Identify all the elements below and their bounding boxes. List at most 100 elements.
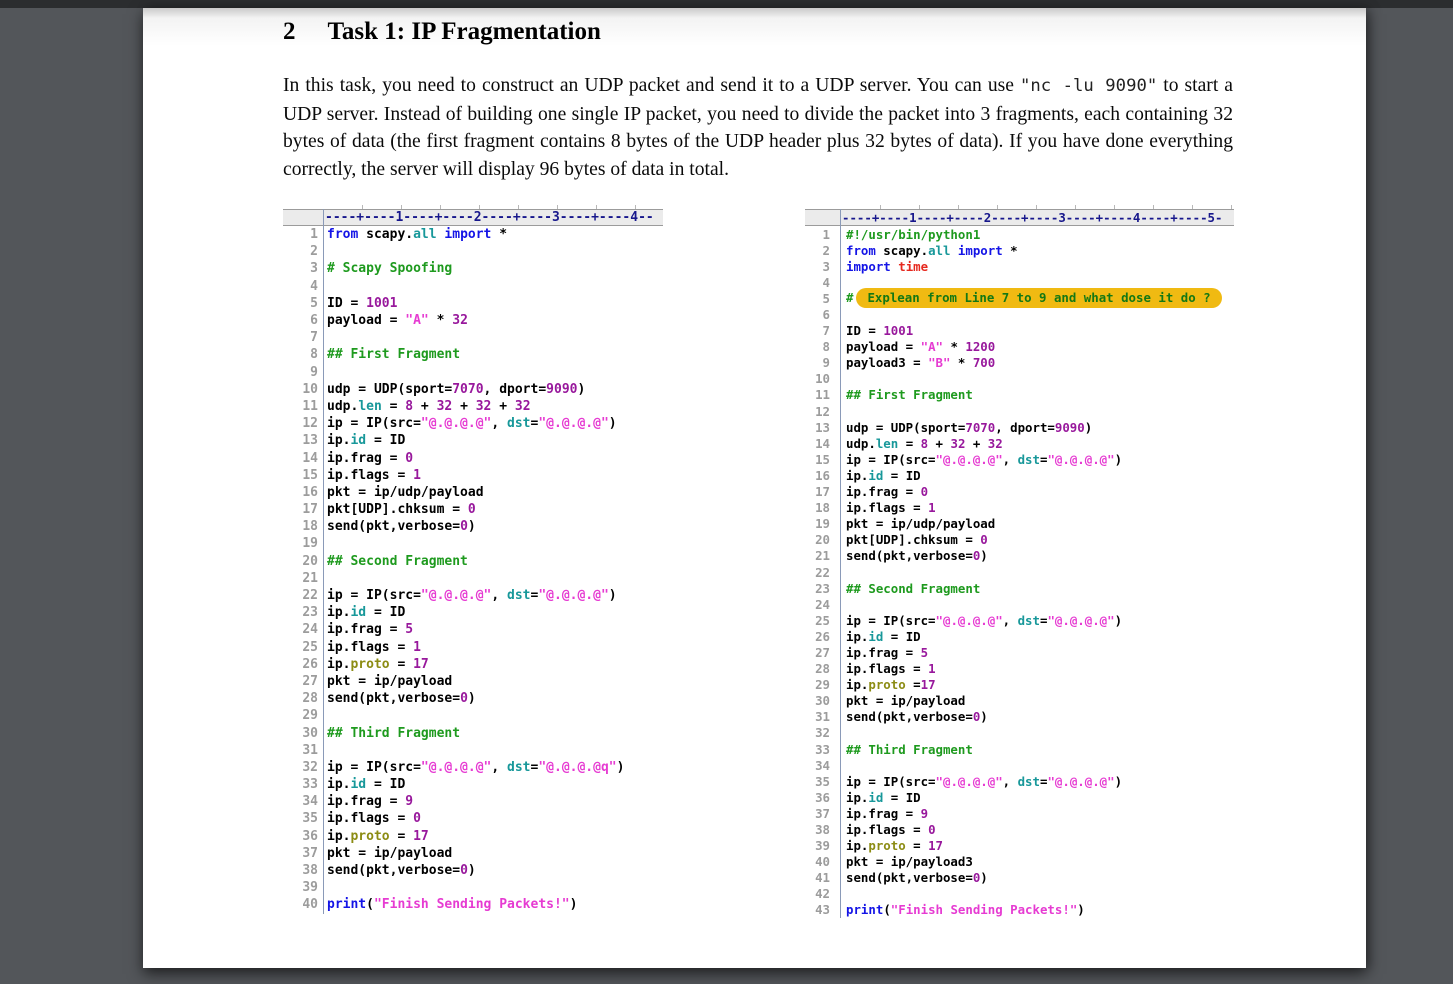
code-text: ip.flags = 1	[846, 661, 936, 677]
code-line: 5 # Explean from Line 7 to 9 and what dose…	[805, 288, 1234, 309]
pdf-page: 2 Task 1: IP Fragmentation In this task,…	[143, 8, 1366, 968]
line-number: 12	[302, 416, 318, 432]
code-text: send(pkt,verbose=0)	[327, 519, 476, 535]
code-text: send(pkt,verbose=0)	[327, 691, 476, 707]
line-number: 22	[815, 564, 830, 580]
code-line: 3 import time	[805, 258, 1234, 274]
code-line: 35 ip.flags = 0	[283, 810, 663, 827]
code-line: 15 ip.flags = 1	[283, 467, 663, 484]
code-line: 18 ip.flags = 1	[805, 500, 1234, 516]
code-line: 30 ## Third Fragment	[283, 724, 663, 741]
line-number: 6	[822, 307, 830, 323]
section-number: 2	[283, 18, 296, 45]
code-line: 33 ip.id = ID	[283, 776, 663, 793]
line-number: 36	[815, 789, 830, 805]
code-line: 19	[283, 535, 663, 552]
line-number: 16	[302, 484, 318, 500]
code-line: 18 send(pkt,verbose=0)	[283, 518, 663, 535]
code-text: ip.id = ID	[846, 789, 921, 805]
line-number: 25	[302, 639, 318, 655]
line-number: 8	[310, 347, 318, 363]
code-line: 36 ip.proto = 17	[283, 828, 663, 845]
code-text: print("Finish Sending Packets!")	[846, 902, 1085, 918]
code-line: 6 payload = "A" * 32	[283, 312, 663, 329]
code-text: ## Third Fragment	[846, 741, 973, 757]
line-number: 33	[815, 741, 830, 757]
code-line: 32	[805, 725, 1234, 741]
code-line: 28 ip.flags = 1	[805, 661, 1234, 677]
code-line: 8 payload = "A" * 1200	[805, 339, 1234, 355]
code-text: ip.frag = 5	[327, 622, 414, 638]
line-number: 9	[310, 364, 318, 380]
code-line: 32 ip = IP(src="@.@.@.@", dst="@.@.@.@q")	[283, 759, 663, 776]
code-text: ip = IP(src="@.@.@.@", dst="@.@.@.@")	[846, 773, 1123, 789]
code-line: 27 pkt = ip/payload	[283, 673, 663, 690]
code-line: 37 ip.frag = 9	[805, 805, 1234, 821]
code-text: #!/usr/bin/python1	[846, 226, 981, 242]
code-line: 26 ip.proto = 17	[283, 656, 663, 673]
code-text: ip.frag = 5	[846, 644, 929, 660]
code-text: from scapy.all import *	[327, 227, 508, 243]
line-number: 28	[302, 691, 318, 707]
code-text: udp = UDP(sport=7070, dport=9090)	[846, 419, 1093, 435]
code-text: ID = 1001	[327, 295, 398, 311]
line-number: 17	[302, 502, 318, 518]
line-number: 20	[302, 553, 318, 569]
line-number: 10	[302, 381, 318, 397]
code-line: 2	[283, 243, 663, 260]
line-number: 41	[815, 870, 830, 886]
code-line: 40 print("Finish Sending Packets!")	[283, 896, 663, 913]
code-text: ## First Fragment	[846, 387, 973, 403]
line-number: 39	[302, 880, 318, 896]
code-line: 34 ip.frag = 9	[283, 793, 663, 810]
code-line: 34	[805, 757, 1234, 773]
code-text: # Scapy Spoofing	[327, 261, 453, 277]
code-text: ip = IP(src="@.@.@.@", dst="@.@.@.@")	[846, 451, 1123, 467]
code-text: send(pkt,verbose=0)	[846, 870, 988, 886]
code-line: 11 ## First Fragment	[805, 387, 1234, 403]
code-text: ip.id = ID	[327, 605, 406, 621]
code-line: 39	[283, 879, 663, 896]
line-number: 19	[815, 516, 830, 532]
inline-code: "nc -lu 9090"	[1020, 76, 1158, 96]
line-number: 7	[310, 330, 318, 346]
line-number: 1	[822, 226, 830, 242]
line-number: 21	[815, 548, 830, 564]
code-text: udp.len = 8 + 32 + 32 + 32	[327, 398, 531, 414]
line-number: 4	[310, 278, 318, 294]
code-lines: 1 #!/usr/bin/python1 2 from scapy.all impor…	[805, 226, 1234, 918]
line-number: 16	[815, 467, 830, 483]
line-number: 34	[815, 757, 830, 773]
code-line: 29	[283, 707, 663, 724]
line-number: 5	[310, 295, 318, 311]
line-number: 30	[302, 725, 318, 741]
code-line: 21 send(pkt,verbose=0)	[805, 548, 1234, 564]
code-listing-right: ----+----1----+----2----+----3----+----4…	[805, 205, 1234, 919]
code-line: 21	[283, 570, 663, 587]
code-line: 10	[805, 371, 1234, 387]
code-line: 40 pkt = ip/payload3	[805, 854, 1234, 870]
code-text: from scapy.all import *	[846, 242, 1018, 258]
code-line: 31 send(pkt,verbose=0)	[805, 709, 1234, 725]
line-number: 12	[815, 403, 830, 419]
code-text: pkt = ip/payload	[327, 845, 453, 861]
code-line: 22 ip = IP(src="@.@.@.@", dst="@.@.@.@")	[283, 587, 663, 604]
code-line: 19 pkt = ip/udp/payload	[805, 516, 1234, 532]
line-number: 11	[815, 387, 830, 403]
code-line: 16 pkt = ip/udp/payload	[283, 484, 663, 501]
line-number: 1	[310, 227, 318, 243]
line-number: 42	[815, 886, 830, 902]
line-number: 19	[302, 536, 318, 552]
code-text: ip = IP(src="@.@.@.@", dst="@.@.@.@q")	[327, 759, 625, 775]
line-number: 8	[822, 339, 830, 355]
code-line: 17 pkt[UDP].chksum = 0	[283, 501, 663, 518]
line-number: 3	[822, 258, 830, 274]
code-line: 25 ip.flags = 1	[283, 639, 663, 656]
code-line: 9	[283, 364, 663, 381]
line-number: 36	[302, 828, 318, 844]
code-text: print("Finish Sending Packets!")	[327, 897, 578, 913]
line-number: 20	[815, 532, 830, 548]
code-text: ip.proto = 17	[327, 656, 429, 672]
code-text: ip = IP(src="@.@.@.@", dst="@.@.@.@")	[327, 588, 617, 604]
code-text: ## Second Fragment	[846, 580, 981, 596]
